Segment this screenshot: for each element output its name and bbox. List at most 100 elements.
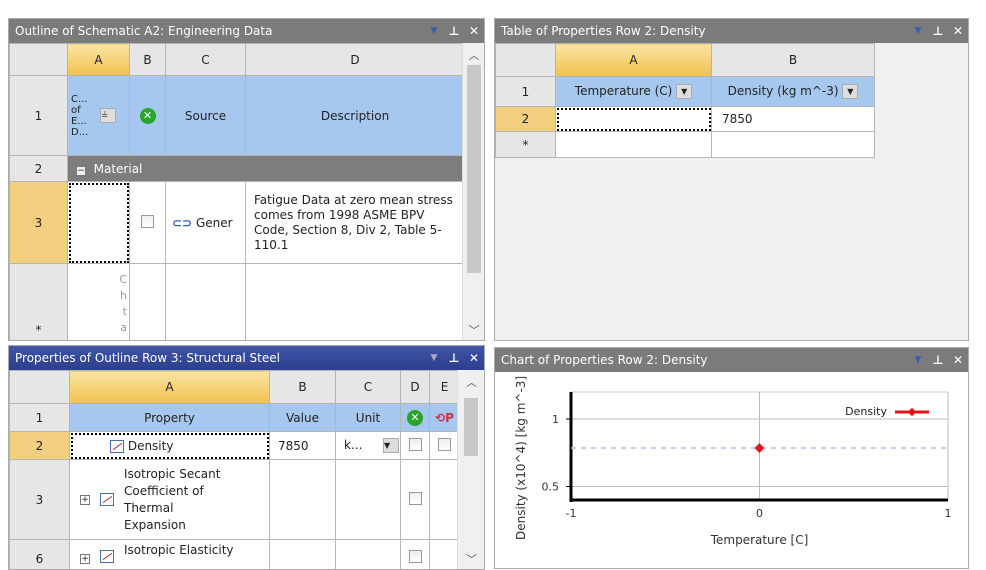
- scroll-thumb[interactable]: [464, 398, 478, 456]
- close-icon[interactable]: ✕: [464, 351, 484, 365]
- header-contents[interactable]: C... of E... D... ≟: [67, 75, 130, 156]
- property-chart-icon: [100, 550, 114, 563]
- header-unit: Unit: [335, 403, 401, 432]
- scroll-down-icon[interactable]: ﹀: [463, 322, 484, 338]
- col-header-c[interactable]: C: [165, 43, 246, 76]
- description-cell[interactable]: Fatigue Data at zero mean stress comes f…: [245, 181, 465, 264]
- row-number[interactable]: 3: [9, 459, 70, 540]
- suppress-icon: ✕: [139, 107, 156, 124]
- unit-dropdown-icon[interactable]: ▼: [676, 84, 693, 99]
- row-number[interactable]: 3: [9, 181, 68, 264]
- y-axis-label: Density (x10^4) [kg m^-3]: [514, 376, 528, 540]
- suppress-checkbox[interactable]: [408, 550, 422, 563]
- source-cell: Gener: [195, 215, 233, 230]
- temperature-cell[interactable]: [555, 106, 712, 132]
- properties-table: A B C D E 1 Property Value Unit ✕ ⟲P 2 D…: [9, 370, 460, 569]
- value-cell[interactable]: [269, 539, 336, 569]
- col-header-a[interactable]: A: [69, 370, 270, 404]
- density-chart: 0.5 1 -1 0 1 Density Temperature [C] Density (x…: [514, 376, 952, 547]
- suppress-checkbox[interactable]: [408, 437, 422, 451]
- row-number[interactable]: 6: [9, 539, 70, 569]
- parameter-checkbox[interactable]: [438, 437, 451, 451]
- suppress-checkbox[interactable]: [408, 491, 422, 505]
- x-axis-label: Temperature [C]: [710, 533, 809, 547]
- properties-panel: Properties of Outline Row 3: Structural …: [8, 345, 485, 570]
- suppress-checkbox[interactable]: [141, 214, 154, 228]
- temperature-header: Temperature (C): [574, 84, 673, 98]
- pin-icon[interactable]: ⊥: [444, 351, 464, 365]
- row-number[interactable]: 2: [9, 431, 70, 460]
- row-number[interactable]: 1: [495, 76, 556, 107]
- header-description: Description: [245, 75, 465, 156]
- new-density-cell[interactable]: [711, 131, 875, 158]
- sort-icon[interactable]: ≟: [100, 108, 117, 123]
- col-header-d[interactable]: D: [245, 43, 465, 76]
- property-name: Isotropic Elasticity: [124, 543, 234, 557]
- scroll-up-icon[interactable]: ︿: [463, 47, 484, 63]
- col-header-e[interactable]: E: [429, 370, 460, 404]
- col-header-a[interactable]: A: [67, 43, 130, 76]
- parameter-icon: ⟲P: [435, 410, 454, 425]
- expand-icon[interactable]: +: [80, 554, 90, 564]
- scroll-down-icon[interactable]: ﹀: [458, 551, 484, 567]
- unit-dropdown-icon[interactable]: ▼: [842, 84, 859, 99]
- outline-panel-header: Outline of Schematic A2: Engineering Dat…: [9, 19, 484, 43]
- properties-scrollbar[interactable]: ︿ ﹀: [457, 370, 484, 569]
- link-icon: ⊂⊃: [172, 215, 193, 230]
- close-icon[interactable]: ✕: [464, 24, 484, 38]
- scroll-up-icon[interactable]: ︿: [458, 374, 484, 390]
- panel-title: Outline of Schematic A2: Engineering Dat…: [15, 24, 273, 38]
- y-tick-label: 1: [552, 413, 559, 426]
- col-header-b[interactable]: B: [269, 370, 336, 404]
- density-header: Density (kg m^-3): [727, 84, 839, 98]
- density-table: AB 1 Temperature (C) ▼ Density (kg m^-3)…: [495, 43, 875, 158]
- property-chart-icon: [110, 439, 124, 453]
- expand-icon[interactable]: +: [80, 494, 90, 505]
- value-cell[interactable]: [269, 459, 336, 540]
- dropdown-icon[interactable]: ▼: [424, 353, 444, 363]
- row-number[interactable]: 1: [9, 75, 68, 156]
- col-header-a[interactable]: A: [555, 43, 712, 77]
- unit-cell[interactable]: [335, 459, 401, 540]
- property-name: Isotropic Secant Coefficient of Thermal …: [124, 466, 221, 532]
- outline-scrollbar[interactable]: ︿ ﹀: [462, 43, 484, 340]
- chart-panel: Chart of Properties Row 2: Density ▼ ⊥ ✕…: [494, 347, 969, 569]
- unit-cell[interactable]: [335, 539, 401, 569]
- new-temperature-cell[interactable]: [555, 131, 712, 158]
- close-icon[interactable]: ✕: [948, 24, 968, 38]
- outline-table: A B C D 1 C... of E... D... ≟ ✕ Source D…: [9, 43, 465, 340]
- outline-panel: Outline of Schematic A2: Engineering Dat…: [8, 18, 485, 341]
- pin-icon[interactable]: ⊥: [444, 24, 464, 38]
- row-number[interactable]: *: [9, 263, 68, 340]
- row-number[interactable]: 2: [9, 155, 68, 182]
- material-group-row[interactable]: − Material: [67, 155, 465, 182]
- unit-cell: k...: [344, 438, 363, 452]
- row-number[interactable]: 1: [9, 403, 70, 432]
- unit-dropdown-icon[interactable]: ▼: [383, 438, 399, 453]
- col-header-d[interactable]: D: [400, 370, 430, 404]
- col-header-b[interactable]: B: [129, 43, 166, 76]
- property-group-icon: [100, 493, 114, 506]
- header-value: Value: [269, 403, 336, 432]
- collapse-icon[interactable]: −: [76, 165, 86, 176]
- close-icon[interactable]: ✕: [948, 353, 968, 367]
- col-header-b[interactable]: B: [711, 43, 875, 77]
- legend-label: Density: [845, 405, 887, 418]
- property-name: Density: [127, 438, 174, 453]
- scroll-thumb[interactable]: [467, 65, 481, 273]
- dropdown-icon[interactable]: ▼: [908, 26, 928, 36]
- new-material-hint: C h t a: [119, 272, 127, 334]
- row-number[interactable]: 2: [495, 106, 556, 132]
- col-header-c[interactable]: C: [335, 370, 401, 404]
- value-cell[interactable]: 7850: [269, 431, 336, 460]
- x-tick-label: 1: [945, 507, 952, 520]
- panel-title: Chart of Properties Row 2: Density: [501, 353, 708, 367]
- dropdown-icon[interactable]: ▼: [424, 26, 444, 36]
- x-tick-label: 0: [756, 507, 763, 520]
- row-number[interactable]: *: [495, 131, 556, 158]
- density-cell[interactable]: 7850: [711, 106, 875, 132]
- pin-icon[interactable]: ⊥: [928, 353, 948, 367]
- material-name-cell[interactable]: [67, 181, 130, 264]
- dropdown-icon[interactable]: ▼: [908, 355, 928, 365]
- pin-icon[interactable]: ⊥: [928, 24, 948, 38]
